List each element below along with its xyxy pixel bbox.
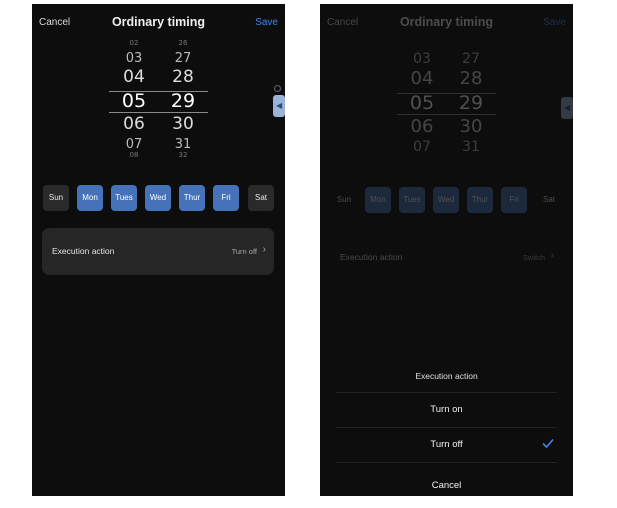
repeat-days: Sun Mon Tues Wed Thur Fri Sat bbox=[43, 185, 275, 211]
chevron-right-icon: › bbox=[550, 250, 554, 261]
minute-option[interactable]: 28 bbox=[165, 69, 201, 86]
save-button[interactable]: Save bbox=[255, 17, 278, 28]
divider bbox=[336, 462, 557, 463]
minute-picker[interactable]: 27 28 29 30 31 bbox=[453, 52, 489, 156]
day-wed[interactable]: Wed bbox=[433, 187, 459, 213]
option-label: Turn on bbox=[430, 404, 463, 415]
execution-action-sheet: Execution action Turn on Turn off Cancel bbox=[320, 362, 573, 496]
day-tues[interactable]: Tues bbox=[111, 185, 137, 211]
hour-picker[interactable]: 02 03 04 05 06 07 08 bbox=[116, 40, 152, 164]
page-title: Ordinary timing bbox=[399, 15, 494, 29]
hour-option[interactable]: 08 bbox=[116, 152, 152, 159]
timer-screen-with-sheet: Cancel Ordinary timing Save 03 04 05 06 … bbox=[320, 4, 573, 496]
side-panel-handle[interactable]: ◀ bbox=[561, 97, 573, 119]
chevron-left-icon: ◀ bbox=[276, 101, 283, 110]
day-thur[interactable]: Thur bbox=[179, 185, 205, 211]
execution-action-row[interactable]: Execution action Turn off › bbox=[42, 228, 274, 275]
day-wed[interactable]: Wed bbox=[145, 185, 171, 211]
minute-option[interactable]: 27 bbox=[453, 52, 489, 66]
selection-line-bottom bbox=[397, 114, 496, 115]
day-thur[interactable]: Thur bbox=[467, 187, 493, 213]
sheet-title: Execution action bbox=[415, 371, 478, 381]
hour-option[interactable]: 06 bbox=[404, 118, 440, 136]
hour-option[interactable]: 04 bbox=[404, 70, 440, 88]
day-sun[interactable]: Sun bbox=[43, 185, 69, 211]
hour-picker[interactable]: 03 04 05 06 07 bbox=[404, 52, 440, 156]
hour-option[interactable]: 07 bbox=[404, 140, 440, 154]
execution-action-label: Execution action bbox=[340, 252, 403, 262]
minute-option[interactable]: 32 bbox=[165, 152, 201, 159]
sheet-cancel-button[interactable]: Cancel bbox=[320, 480, 573, 491]
hour-option[interactable]: 04 bbox=[116, 69, 152, 86]
option-turn-off[interactable]: Turn off bbox=[336, 428, 557, 462]
repeat-days: Sun Mon Tues Wed Thur Fri Sat bbox=[331, 187, 563, 213]
day-sat[interactable]: Sat bbox=[248, 185, 274, 211]
day-mon[interactable]: Mon bbox=[77, 185, 103, 211]
minute-option[interactable]: 27 bbox=[165, 52, 201, 65]
selection-line-bottom bbox=[109, 112, 208, 113]
day-fri[interactable]: Fri bbox=[213, 185, 239, 211]
hour-option[interactable]: 02 bbox=[116, 40, 152, 47]
chevron-left-icon: ◀ bbox=[564, 103, 571, 112]
day-sun[interactable]: Sun bbox=[331, 187, 357, 213]
minute-option[interactable]: 26 bbox=[165, 40, 201, 47]
minute-selected[interactable]: 29 bbox=[453, 94, 489, 113]
execution-action-value: Switch bbox=[522, 253, 545, 262]
minute-selected[interactable]: 29 bbox=[165, 92, 201, 111]
day-mon[interactable]: Mon bbox=[365, 187, 391, 213]
selection-line-top bbox=[397, 93, 496, 94]
execution-action-value: Turn off bbox=[231, 247, 257, 256]
hour-option[interactable]: 07 bbox=[116, 138, 152, 151]
timer-screen: Cancel Ordinary timing Save 02 03 04 05 … bbox=[32, 4, 285, 496]
minute-option[interactable]: 30 bbox=[165, 116, 201, 133]
save-button[interactable]: Save bbox=[543, 17, 566, 28]
hour-selected[interactable]: 05 bbox=[404, 94, 440, 113]
minute-option[interactable]: 31 bbox=[165, 138, 201, 151]
header: Cancel Ordinary timing Save bbox=[32, 4, 285, 40]
selection-line-top bbox=[109, 91, 208, 92]
hour-selected[interactable]: 05 bbox=[116, 92, 152, 111]
minute-picker[interactable]: 26 27 28 29 30 31 32 bbox=[165, 40, 201, 164]
day-sat[interactable]: Sat bbox=[536, 187, 562, 213]
minute-option[interactable]: 30 bbox=[453, 118, 489, 136]
option-label: Turn off bbox=[430, 439, 463, 450]
header: Cancel Ordinary timing Save bbox=[320, 4, 573, 40]
execution-action-label: Execution action bbox=[52, 246, 115, 256]
minute-option[interactable]: 28 bbox=[453, 70, 489, 88]
hour-option[interactable]: 03 bbox=[404, 52, 440, 66]
day-tues[interactable]: Tues bbox=[399, 187, 425, 213]
option-turn-on[interactable]: Turn on bbox=[336, 393, 557, 427]
minute-option[interactable]: 31 bbox=[453, 140, 489, 154]
settings-dot-icon bbox=[274, 85, 281, 92]
chevron-right-icon: › bbox=[262, 244, 266, 255]
hour-option[interactable]: 06 bbox=[116, 116, 152, 133]
page-title: Ordinary timing bbox=[111, 15, 206, 29]
side-panel-handle[interactable]: ◀ bbox=[273, 95, 285, 117]
day-fri[interactable]: Fri bbox=[501, 187, 527, 213]
hour-option[interactable]: 03 bbox=[116, 52, 152, 65]
checkmark-icon bbox=[542, 438, 554, 449]
execution-action-row[interactable]: Execution action Switch › bbox=[330, 234, 562, 281]
